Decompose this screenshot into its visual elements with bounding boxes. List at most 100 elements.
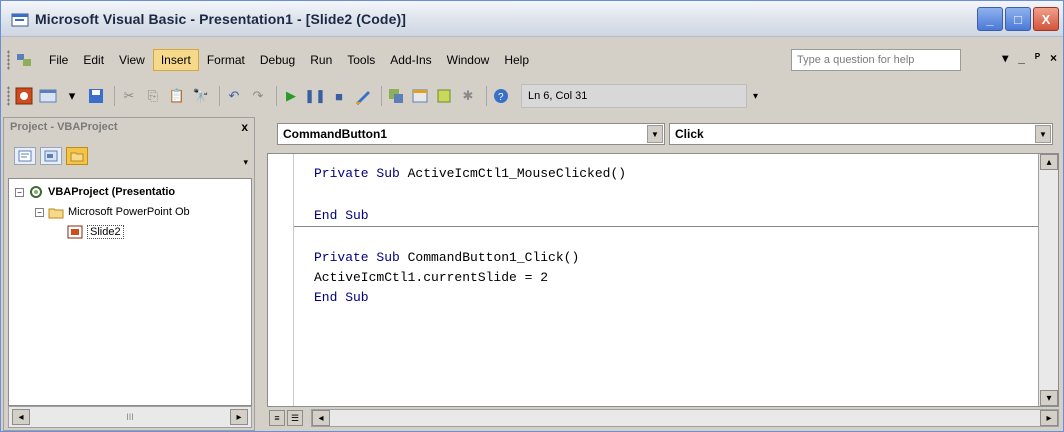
code-line[interactable]: End Sub (314, 290, 369, 305)
toolbar-options-icon[interactable]: ▾ (753, 91, 758, 102)
code-line[interactable]: ActiveIcmCtl1.currentSlide = 2 (314, 270, 548, 285)
project-explorer: Project - VBAProject x ▾ − VBAProject (P… (3, 117, 255, 431)
code-text: ActiveIcmCtl1.currentSlide = 2 (314, 270, 549, 285)
copy-icon[interactable]: ⎘ (143, 86, 163, 106)
vba-menu-icon[interactable] (14, 51, 34, 69)
menu-help[interactable]: Help (497, 50, 536, 70)
menu-tools[interactable]: Tools (340, 50, 382, 70)
break-icon[interactable]: ❚❚ (304, 86, 326, 106)
code-editor[interactable]: Private Sub ActiveIcmCtl1_MouseClicked()… (267, 153, 1059, 407)
procedure-separator (294, 226, 1038, 227)
toolbox-icon[interactable]: ✱ (458, 86, 478, 106)
scroll-down-icon[interactable]: ▾ (1040, 390, 1058, 406)
menu-edit[interactable]: Edit (76, 50, 111, 70)
chevron-down-icon[interactable]: ▼ (647, 125, 663, 143)
menu-debug[interactable]: Debug (253, 50, 302, 70)
vba-app-icon (11, 11, 29, 27)
properties-window-icon[interactable] (410, 86, 430, 106)
window-title: Microsoft Visual Basic - Presentation1 -… (35, 10, 406, 27)
tree-item-vbaproject[interactable]: − VBAProject (Presentatio (15, 185, 175, 199)
insert-userform-icon[interactable] (38, 86, 58, 106)
menu-format[interactable]: Format (200, 50, 252, 70)
object-browser-icon[interactable] (434, 86, 454, 106)
project-horizontal-scrollbar[interactable]: ◂ III ▸ (8, 406, 252, 428)
scrollbar-thumb-grip[interactable]: III (126, 412, 134, 422)
reset-icon[interactable]: ■ (329, 86, 349, 106)
save-icon[interactable] (86, 86, 106, 106)
procedure-dropdown[interactable]: Click ▼ (669, 123, 1053, 145)
redo-icon[interactable]: ↷ (248, 86, 268, 106)
project-toolbar: ▾ (4, 140, 254, 172)
menu-bar: File Edit View Insert Format Debug Run T… (1, 45, 1063, 75)
dropdown-arrow-icon[interactable]: ▾ (62, 86, 82, 106)
scroll-right-icon[interactable]: ▸ (229, 409, 248, 425)
toolbar-grip[interactable] (7, 86, 10, 106)
project-title-text: Project - VBAProject (10, 121, 118, 133)
menu-view[interactable]: View (112, 50, 152, 70)
scroll-left-icon[interactable]: ◂ (12, 409, 30, 425)
toolbar-separator (381, 86, 382, 106)
tree-item-label: VBAProject (Presentatio (48, 186, 176, 198)
full-module-view-icon[interactable]: ☰ (287, 410, 303, 426)
folder-icon (48, 205, 64, 219)
procedure-view-icon[interactable]: ≡ (269, 410, 285, 426)
code-vertical-scrollbar[interactable]: ▴ ▾ (1038, 154, 1058, 406)
menu-file[interactable]: File (42, 50, 75, 70)
run-icon[interactable]: ▶ (281, 86, 301, 106)
tree-item-label: Microsoft PowerPoint Ob (68, 206, 190, 218)
scroll-up-icon[interactable]: ▴ (1040, 154, 1058, 170)
code-keyword: Private Sub (314, 166, 408, 181)
project-tree: − VBAProject (Presentatio − Microsoft Po… (8, 178, 252, 406)
tree-collapse-icon[interactable]: − (35, 207, 44, 217)
code-text: CommandButton1_Click() (407, 250, 580, 265)
code-keyword: Private Sub (314, 250, 408, 265)
project-explorer-title: Project - VBAProject x (4, 118, 254, 140)
object-dropdown[interactable]: CommandButton1 ▼ (277, 123, 665, 145)
svg-text:?: ? (498, 92, 504, 103)
paste-icon[interactable]: 📋 (167, 86, 187, 106)
project-explorer-icon[interactable] (386, 86, 406, 106)
help-dropdown-icon[interactable]: ▾ (1002, 51, 1008, 65)
view-powerpoint-icon[interactable] (14, 86, 34, 106)
chevron-down-icon[interactable]: ▼ (1035, 125, 1051, 143)
tree-item-powerpoint-objects[interactable]: − Microsoft PowerPoint Ob (35, 205, 190, 219)
margin-indicator-bar[interactable] (268, 154, 294, 406)
help-search-input[interactable]: Type a question for help (791, 49, 961, 71)
object-dropdown-value: CommandButton1 (283, 127, 387, 141)
project-toolbar-more-icon[interactable]: ▾ (243, 157, 248, 168)
menubar-grip[interactable] (7, 50, 10, 70)
tree-item-label: Slide2 (87, 225, 124, 239)
cut-icon[interactable]: ✂ (119, 86, 139, 106)
cursor-position-status: Ln 6, Col 31 (521, 84, 747, 108)
toggle-folders-icon[interactable] (66, 147, 88, 165)
help-icon[interactable]: ? (491, 86, 511, 106)
scroll-left-icon[interactable]: ◂ (312, 410, 330, 426)
mdi-close-button[interactable]: × (1050, 51, 1057, 65)
title-bar[interactable]: Microsoft Visual Basic - Presentation1 -… (1, 1, 1063, 37)
mdi-controls: ▾ _ ᴾ × (1002, 51, 1057, 65)
menu-run[interactable]: Run (303, 50, 339, 70)
mdi-minimize-button[interactable]: _ (1018, 51, 1025, 65)
menu-add-ins[interactable]: Add-Ins (383, 50, 438, 70)
tree-item-slide2[interactable]: Slide2 (67, 225, 124, 239)
view-code-icon[interactable] (14, 147, 36, 165)
design-mode-icon[interactable] (353, 86, 373, 106)
menu-window[interactable]: Window (440, 50, 497, 70)
view-object-icon[interactable] (40, 147, 62, 165)
code-line[interactable]: Private Sub ActiveIcmCtl1_MouseClicked() (314, 166, 626, 181)
maximize-button[interactable]: □ (1005, 7, 1031, 31)
project-close-button[interactable]: x (241, 120, 248, 134)
close-button[interactable]: X (1033, 7, 1059, 31)
undo-icon[interactable]: ↶ (224, 86, 244, 106)
menu-insert[interactable]: Insert (152, 49, 199, 71)
slide-icon (67, 225, 83, 239)
find-icon[interactable]: 🔭 (191, 86, 211, 106)
code-horizontal-scrollbar[interactable]: ◂ ▸ (311, 409, 1059, 427)
mdi-restore-button[interactable]: ᴾ (1035, 51, 1040, 65)
scroll-right-icon[interactable]: ▸ (1040, 410, 1058, 426)
code-line[interactable]: Private Sub CommandButton1_Click() (314, 250, 579, 265)
tree-collapse-icon[interactable]: − (15, 187, 24, 197)
toolbar-separator (486, 86, 487, 106)
minimize-button[interactable]: _ (977, 7, 1003, 31)
code-line[interactable]: End Sub (314, 208, 369, 223)
